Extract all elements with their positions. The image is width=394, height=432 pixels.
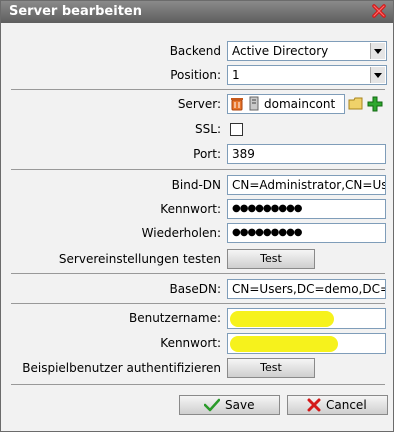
port-row: Port: 389 (1, 144, 393, 166)
user-password-input[interactable] (227, 333, 386, 354)
username-label: Benutzername: (128, 311, 221, 325)
password-row: Kennwort: ●●●●●●●●● (1, 199, 393, 221)
save-label: Save (225, 398, 255, 412)
separator (11, 169, 385, 170)
separator (11, 303, 385, 304)
highlight-mark (230, 311, 334, 327)
test-settings-label: Servereinstellungen testen (58, 252, 221, 266)
test-settings-row: Servereinstellungen testen Test (1, 249, 393, 271)
password-input[interactable]: ●●●●●●●●● (227, 199, 386, 219)
repeat-password-input[interactable]: ●●●●●●●●● (227, 223, 386, 243)
test-settings-button[interactable]: Test (227, 249, 315, 269)
binddn-input[interactable]: CN=Administrator,CN=Users (227, 175, 386, 195)
position-row: Position: 1 (1, 65, 393, 87)
server-row: Server: domaincont (1, 94, 393, 116)
close-icon[interactable] (371, 3, 387, 19)
ssl-label: SSL: (195, 122, 221, 136)
checkmark-icon (203, 398, 221, 417)
delete-icon[interactable] (230, 97, 244, 113)
auth-test-row: Beispielbenutzer authentifizieren Test (1, 358, 393, 380)
server-label: Server: (177, 97, 221, 111)
add-icon[interactable] (367, 95, 383, 116)
chevron-down-icon[interactable] (370, 43, 385, 59)
backend-label: Backend (169, 44, 221, 58)
separator (11, 384, 385, 385)
basedn-row: BaseDN: CN=Users,DC=demo,DC=re (1, 279, 393, 301)
folder-icon[interactable] (348, 96, 364, 115)
user-password-row: Kennwort: (1, 333, 393, 355)
auth-test-button[interactable]: Test (227, 358, 315, 378)
position-label: Position: (170, 68, 221, 82)
backend-row: Backend Active Directory (1, 41, 393, 63)
port-label: Port: (193, 147, 221, 161)
dialog-title: Server bearbeiten (9, 4, 142, 19)
cancel-button[interactable]: Cancel (287, 395, 388, 415)
username-input[interactable] (227, 308, 386, 329)
separator (11, 89, 385, 90)
repeat-label: Wiederholen: (141, 226, 221, 240)
server-icon (247, 96, 261, 113)
server-edit-dialog: Server bearbeiten Backend Active Directo… (0, 0, 394, 432)
server-value: domaincont (264, 97, 336, 111)
auth-test-label: Beispielbenutzer authentifizieren (22, 361, 221, 375)
title-bar: Server bearbeiten (1, 1, 393, 23)
chevron-down-icon[interactable] (370, 67, 385, 83)
backend-select-value: Active Directory (232, 44, 329, 58)
username-row: Benutzername: (1, 308, 393, 330)
separator (11, 273, 385, 274)
password-label: Kennwort: (160, 202, 221, 216)
position-select[interactable]: 1 (227, 65, 387, 85)
position-select-value: 1 (232, 68, 240, 82)
ssl-row: SSL: (1, 119, 393, 141)
basedn-input[interactable]: CN=Users,DC=demo,DC=re (227, 279, 386, 299)
backend-select[interactable]: Active Directory (227, 41, 387, 61)
server-field[interactable]: domaincont (227, 94, 345, 114)
cancel-icon (306, 398, 322, 417)
port-input[interactable]: 389 (227, 144, 386, 164)
save-button[interactable]: Save (179, 395, 280, 415)
binddn-label: Bind-DN (171, 178, 221, 192)
ssl-checkbox[interactable] (230, 123, 243, 136)
repeat-row: Wiederholen: ●●●●●●●●● (1, 223, 393, 245)
cancel-label: Cancel (326, 398, 367, 412)
highlight-mark (230, 336, 338, 352)
basedn-label: BaseDN: (169, 282, 221, 296)
binddn-row: Bind-DN CN=Administrator,CN=Users (1, 175, 393, 197)
user-password-label: Kennwort: (160, 336, 221, 350)
